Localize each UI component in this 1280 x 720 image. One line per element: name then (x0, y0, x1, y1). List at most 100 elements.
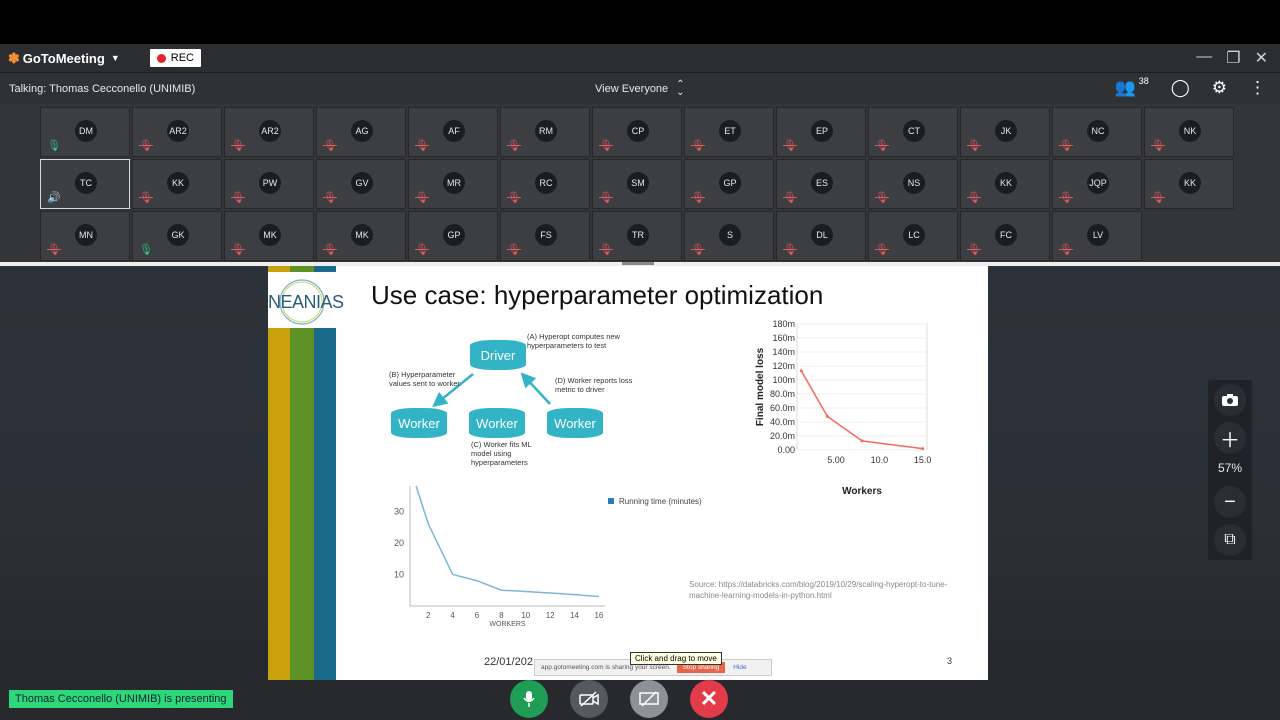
participant-avatar: TC (75, 172, 97, 194)
participant-tile[interactable]: TC 🔊 (40, 159, 130, 209)
driver-node: Driver (470, 340, 526, 370)
participant-tile[interactable]: AR2 🎙 (132, 107, 222, 157)
participant-avatar: LV (1087, 224, 1109, 246)
y-tick-label: 30 (394, 506, 404, 516)
mic-muted-icon: 🎙 (139, 192, 153, 204)
participant-tile[interactable]: TR 🎙 (592, 211, 682, 261)
mic-muted-icon: 🎙 (783, 244, 797, 256)
participant-tile[interactable]: RC 🎙 (500, 159, 590, 209)
y-tick-label: 180m (772, 319, 795, 329)
participant-tile[interactable]: GV 🎙 (316, 159, 406, 209)
camera-button[interactable] (570, 680, 608, 718)
zoom-in-icon[interactable]: ＋ (1214, 422, 1246, 454)
participant-tile[interactable]: ES 🎙 (776, 159, 866, 209)
participant-tile[interactable]: CT 🎙 (868, 107, 958, 157)
participant-tile[interactable]: KK 🎙 (132, 159, 222, 209)
leave-meeting-button[interactable]: ✕ (690, 680, 728, 718)
shared-slide: NEANIAS Use case: hyperparameter optimiz… (268, 266, 988, 680)
participant-tile[interactable]: MK 🎙 (224, 211, 314, 261)
participant-tile[interactable]: FC 🎙 (960, 211, 1050, 261)
presenter-banner: Thomas Cecconello (UNIMIB) is presenting (9, 690, 233, 708)
participant-tile[interactable]: DM 🎙 (40, 107, 130, 157)
participant-tile[interactable]: GK 🎙 (132, 211, 222, 261)
pop-out-icon[interactable]: ⧉ (1214, 524, 1246, 556)
share-notice-text: app.gotomeeting.com is sharing your scre… (541, 664, 671, 671)
participant-tile[interactable]: NK 🎙 (1144, 107, 1234, 157)
participant-tile[interactable]: DL 🎙 (776, 211, 866, 261)
view-selector[interactable]: View Everyone ⌃ ⌄ (595, 79, 685, 98)
x-tick-label: 6 (475, 611, 480, 620)
chat-icon[interactable]: ◯ (1171, 78, 1190, 98)
participant-tile[interactable]: LV 🎙 (1052, 211, 1142, 261)
participant-tile[interactable]: GP 🎙 (684, 159, 774, 209)
participant-tile[interactable]: JK 🎙 (960, 107, 1050, 157)
participant-tile[interactable]: KK 🎙 (960, 159, 1050, 209)
minimize-icon[interactable]: — (1196, 48, 1212, 68)
hide-button[interactable]: Hide (733, 664, 746, 671)
note-d: (D) Worker reports loss metric to driver (555, 376, 633, 394)
participant-tile[interactable]: AF 🎙 (408, 107, 498, 157)
y-tick-label: 20.0m (770, 431, 795, 441)
participant-tile[interactable]: AR2 🎙 (224, 107, 314, 157)
participant-tile[interactable]: EP 🎙 (776, 107, 866, 157)
mic-muted-icon: 🎙 (691, 192, 705, 204)
participant-tile[interactable]: GP 🎙 (408, 211, 498, 261)
x-tick-label: 14 (570, 611, 579, 620)
mic-muted-icon: 🎙 (967, 140, 981, 152)
y-tick-label: 60.0m (770, 403, 795, 413)
participant-tile[interactable]: FS 🎙 (500, 211, 590, 261)
data-point (825, 414, 829, 418)
restore-icon[interactable]: ❐ (1226, 48, 1240, 68)
attendees-button[interactable]: 👥 38 (1115, 76, 1149, 98)
mic-muted-icon: 🎙 (599, 244, 613, 256)
mic-muted-icon: 🎙 (47, 244, 61, 256)
mic-muted-icon: 🎙 (691, 140, 705, 152)
data-point (921, 447, 925, 451)
mic-muted-icon: 🎙 (415, 192, 429, 204)
participant-tile[interactable]: SM 🎙 (592, 159, 682, 209)
microphone-button[interactable] (510, 680, 548, 718)
participant-tile[interactable]: ET 🎙 (684, 107, 774, 157)
participant-tile[interactable]: MN 🎙 (40, 211, 130, 261)
participant-avatar: GK (167, 224, 189, 246)
participant-avatar: ES (811, 172, 833, 194)
zoom-out-icon[interactable]: − (1214, 486, 1246, 518)
participant-tile[interactable]: LC 🎙 (868, 211, 958, 261)
mic-muted-icon: 🎙 (783, 140, 797, 152)
x-tick-label: 8 (499, 611, 504, 620)
participant-avatar: MK (351, 224, 373, 246)
x-tick-label: 5.00 (827, 455, 845, 465)
mic-muted-icon: 🎙 (415, 140, 429, 152)
mic-muted-icon: 🎙 (415, 244, 429, 256)
more-options-icon[interactable]: ⋮ (1249, 78, 1266, 98)
participant-tile[interactable]: JQP 🎙 (1052, 159, 1142, 209)
participant-tile[interactable]: AG 🎙 (316, 107, 406, 157)
note-c: (C) Worker fits ML model using hyperpara… (471, 440, 532, 467)
close-icon[interactable]: ✕ (1255, 48, 1268, 68)
divider-grab-handle[interactable] (622, 262, 654, 265)
app-menu[interactable]: ✽ GoToMeeting ▼ (8, 50, 120, 67)
participant-tile[interactable]: MK 🎙 (316, 211, 406, 261)
participant-tile[interactable]: NC 🎙 (1052, 107, 1142, 157)
mic-muted-icon: 🎙 (875, 192, 889, 204)
mic-muted-icon: 🎙 (507, 244, 521, 256)
participant-tile[interactable]: KK 🎙 (1144, 159, 1234, 209)
x-tick-label: 12 (546, 611, 555, 620)
participant-avatar: AF (443, 120, 465, 142)
participant-avatar: CP (627, 120, 649, 142)
chevron-up-down-icon: ⌃ ⌄ (676, 79, 685, 98)
x-tick-label: 16 (594, 611, 603, 620)
participant-tile[interactable]: RM 🎙 (500, 107, 590, 157)
settings-gear-icon[interactable]: ⚙ (1212, 78, 1227, 98)
rec-badge[interactable]: REC (149, 49, 201, 67)
camera-snapshot-icon[interactable] (1214, 384, 1246, 416)
screen-share-button[interactable] (630, 680, 668, 718)
legend-label: Running time (minutes) (619, 497, 702, 506)
participant-tile[interactable]: MR 🎙 (408, 159, 498, 209)
participant-tile[interactable]: NS 🎙 (868, 159, 958, 209)
participant-tile[interactable]: S 🎙 (684, 211, 774, 261)
mic-muted-icon: 🎙 (1059, 192, 1073, 204)
participant-tile[interactable]: PW 🎙 (224, 159, 314, 209)
mic-on-icon: 🎙 (139, 244, 153, 256)
participant-tile[interactable]: CP 🎙 (592, 107, 682, 157)
